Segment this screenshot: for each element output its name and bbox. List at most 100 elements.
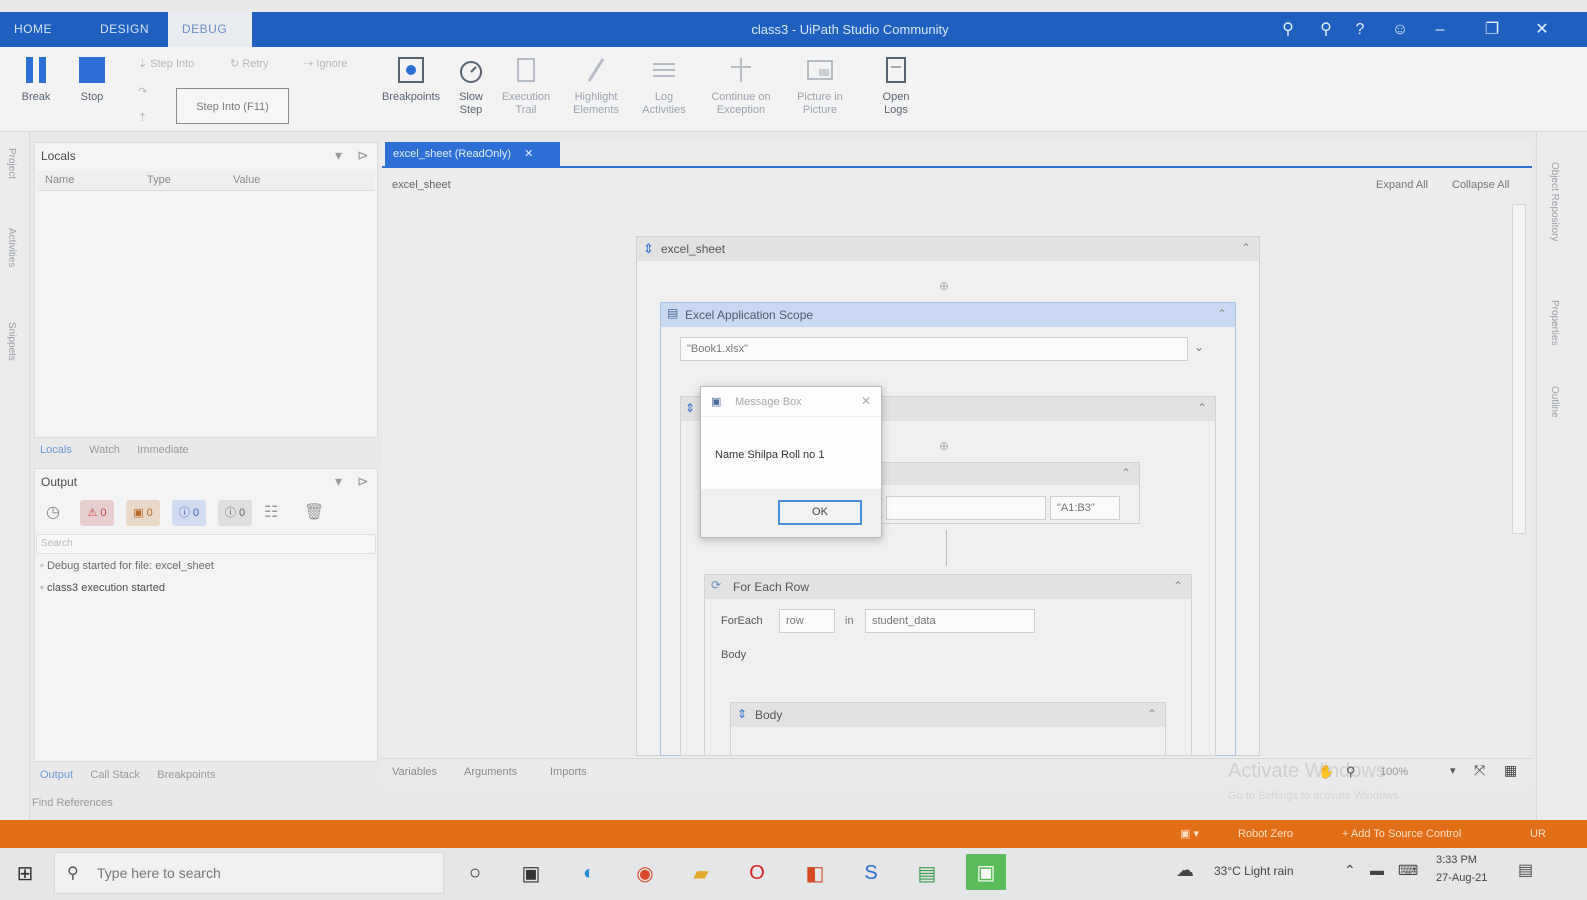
clock-time[interactable]: 3:33 PM — [1436, 854, 1477, 866]
tab-design[interactable]: DESIGN — [86, 12, 163, 47]
warnings-filter-button[interactable]: ▣ 0 — [126, 500, 160, 526]
object-repository-tab[interactable]: Object Repository — [1549, 162, 1560, 241]
output-subtab[interactable]: Output — [40, 769, 73, 781]
execution-trail-button[interactable]: Execution Trail — [494, 55, 558, 117]
arguments-tab[interactable]: Arguments — [464, 766, 517, 778]
battery-icon[interactable]: ▬ — [1370, 862, 1384, 878]
robot-status[interactable]: Robot Zero — [1238, 820, 1293, 848]
watch-subtab[interactable]: Watch — [89, 444, 120, 456]
continue-on-exception-button[interactable]: Continue on Exception — [700, 55, 782, 117]
range-field[interactable]: "A1:B3" — [1050, 496, 1120, 520]
fit-screen-icon[interactable]: ⤧ — [1474, 762, 1485, 779]
uipath-studio-icon[interactable]: S — [856, 858, 886, 888]
retry-button[interactable]: ↻ Retry — [230, 57, 269, 70]
activities-tab[interactable]: Activities — [6, 228, 17, 267]
active-app-icon[interactable]: ▣ — [966, 854, 1006, 890]
collapse-icon[interactable]: ⌃ — [1197, 401, 1207, 415]
step-into-button[interactable]: ⇣ Step Into — [138, 57, 194, 70]
panel-menu-icon[interactable]: ▾ — [335, 473, 342, 490]
edge-icon[interactable]: ◐ — [574, 858, 604, 888]
user-icon[interactable]: ☺ — [1380, 12, 1420, 47]
pan-icon[interactable]: ✋ — [1318, 764, 1334, 780]
call-stack-subtab[interactable]: Call Stack — [90, 769, 140, 781]
workbook-path-field[interactable]: "Book1.xlsx" — [680, 337, 1188, 361]
clock-date[interactable]: 27-Aug-21 — [1436, 872, 1487, 884]
chrome-icon[interactable]: ◉ — [630, 858, 660, 888]
collapse-all-button[interactable]: Collapse All — [1452, 179, 1509, 191]
cortana-icon[interactable]: ○ — [460, 858, 490, 888]
foreach-variable-field[interactable]: row — [779, 609, 835, 633]
search-icon[interactable]: ⚲ — [1268, 12, 1308, 47]
weather-icon[interactable]: ☁ — [1176, 860, 1194, 881]
sheet-name-field[interactable] — [886, 496, 1046, 520]
break-button[interactable]: Break — [14, 55, 58, 104]
dialog-close-icon[interactable]: ✕ — [861, 394, 871, 408]
ok-button[interactable]: OK — [778, 500, 862, 525]
add-activity-icon[interactable]: ⊕ — [939, 439, 949, 453]
overview-icon[interactable]: ▦ — [1504, 762, 1517, 779]
imports-tab[interactable]: Imports — [550, 766, 587, 778]
task-view-icon[interactable]: ▣ — [516, 858, 546, 888]
zoom-icon[interactable]: ⚲ — [1346, 764, 1356, 780]
project-tab[interactable]: Project — [6, 148, 17, 179]
slow-step-button[interactable]: Slow Step — [452, 55, 490, 117]
taskbar-search-input[interactable]: ⚲ Type here to search — [54, 852, 444, 894]
collapse-icon[interactable]: ⌃ — [1121, 466, 1131, 480]
errors-filter-button[interactable]: ⚠ 0 — [80, 500, 114, 526]
variables-tab[interactable]: Variables — [392, 766, 437, 778]
minimize-icon[interactable]: – — [1420, 12, 1460, 47]
windows-start-icon[interactable]: ⊞ — [10, 858, 40, 888]
info-filter-button[interactable]: ⓘ 0 — [172, 500, 206, 526]
stop-button[interactable]: Stop — [72, 55, 112, 104]
office-icon[interactable]: ◧ — [800, 858, 830, 888]
filter-settings-icon[interactable]: ☷ — [264, 502, 278, 522]
log-activities-button[interactable]: Log Activities — [634, 55, 694, 117]
status-menu-icon[interactable]: ▣ ▾ — [1180, 820, 1199, 848]
picture-in-picture-button[interactable]: Picture in Picture — [786, 55, 854, 117]
weather-text[interactable]: 33°C Light rain — [1214, 864, 1294, 878]
breadcrumb[interactable]: excel_sheet — [392, 179, 451, 191]
step-over-button[interactable]: ↷ — [138, 85, 147, 98]
collapse-icon[interactable]: ⌃ — [1217, 307, 1227, 321]
tab-debug[interactable]: DEBUG — [168, 12, 252, 47]
outline-tab[interactable]: Outline — [1549, 386, 1560, 418]
locals-subtab[interactable]: Locals — [40, 444, 72, 456]
breakpoints-button[interactable]: Breakpoints — [374, 55, 448, 104]
excel-icon[interactable]: ▤ — [912, 858, 942, 888]
tab-home[interactable]: HOME — [0, 12, 66, 47]
clock-icon[interactable]: ◷ — [46, 502, 60, 522]
keyboard-icon[interactable]: ⌨ — [1398, 862, 1418, 879]
breakpoints-subtab[interactable]: Breakpoints — [157, 769, 215, 781]
step-out-button[interactable]: ⇡ — [138, 111, 147, 124]
pin-icon[interactable]: ⊳ — [357, 147, 369, 164]
trace-filter-button[interactable]: ⓘ 0 — [218, 500, 252, 526]
snippets-tab[interactable]: Snippets — [6, 322, 17, 361]
file-explorer-icon[interactable]: ▰ — [686, 858, 716, 888]
close-tab-icon[interactable]: ✕ — [524, 148, 533, 160]
open-logs-button[interactable]: Open Logs — [872, 55, 920, 117]
restore-icon[interactable]: ❐ — [1472, 12, 1512, 47]
find-references-tab[interactable]: Find References — [32, 797, 113, 809]
opera-icon[interactable]: O — [742, 858, 772, 888]
panel-menu-icon[interactable]: ▾ — [335, 147, 342, 164]
tray-chevron-icon[interactable]: ⌃ — [1344, 862, 1356, 879]
add-activity-icon[interactable]: ⊕ — [939, 279, 949, 293]
ignore-button[interactable]: ⇢ Ignore — [304, 57, 347, 70]
notifications-icon[interactable]: ▤ — [1518, 860, 1533, 880]
vertical-scrollbar[interactable] — [1512, 204, 1526, 534]
body-sequence[interactable]: Body ⇕ ⌃ — [730, 702, 1166, 756]
zoom-level[interactable]: 100% — [1380, 766, 1408, 778]
highlight-elements-button[interactable]: Highlight Elements — [564, 55, 628, 117]
collapse-icon[interactable]: ⌃ — [1241, 241, 1251, 255]
expand-all-button[interactable]: Expand All — [1376, 179, 1428, 191]
browse-button[interactable]: ⌄ — [1194, 340, 1204, 354]
zoom-dropdown-icon[interactable]: ▾ — [1450, 764, 1456, 777]
collapse-icon[interactable]: ⌃ — [1147, 707, 1157, 721]
properties-tab[interactable]: Properties — [1549, 300, 1560, 346]
collapse-icon[interactable]: ⌃ — [1173, 579, 1183, 593]
output-search-input[interactable]: Search — [36, 534, 376, 554]
close-icon[interactable]: ✕ — [1522, 12, 1562, 47]
document-tab[interactable]: excel_sheet (ReadOnly) ✕ — [385, 142, 560, 167]
add-to-source-control-button[interactable]: + Add To Source Control — [1342, 820, 1461, 848]
help-icon[interactable]: ? — [1340, 12, 1380, 47]
